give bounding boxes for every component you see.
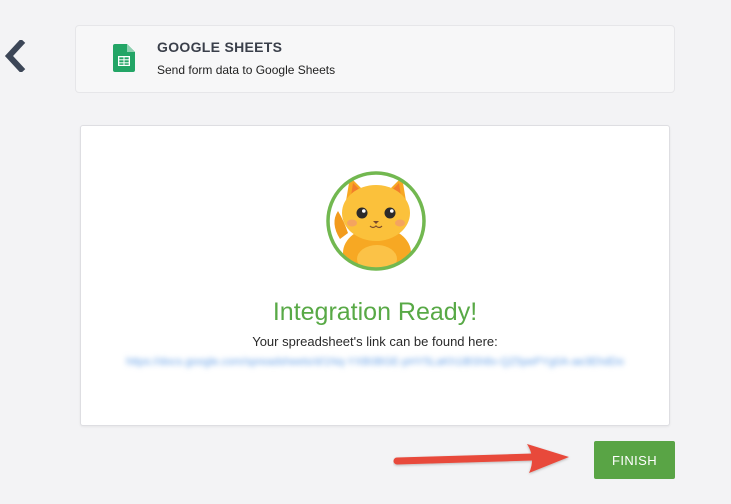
finish-button[interactable]: FINISH (594, 441, 675, 479)
spreadsheet-link[interactable]: https://docs.google.com/spreadsheets/d/1… (121, 352, 629, 372)
integration-ready-heading: Integration Ready! (272, 298, 478, 326)
cat-mascot-icon (326, 171, 426, 271)
back-button[interactable] (2, 38, 28, 74)
integration-header: GOOGLE SHEETS Send form data to Google S… (75, 25, 675, 93)
integration-title: GOOGLE SHEETS (157, 39, 283, 55)
arrow-pointer-icon (393, 444, 569, 473)
spreadsheet-link-label: Your spreadsheet's link can be found her… (252, 334, 498, 349)
integration-description: Send form data to Google Sheets (157, 63, 336, 77)
integration-ready-card: Integration Ready! Your spreadsheet's li… (80, 125, 670, 426)
chevron-left-icon (4, 40, 26, 72)
google-sheets-icon (113, 44, 135, 72)
